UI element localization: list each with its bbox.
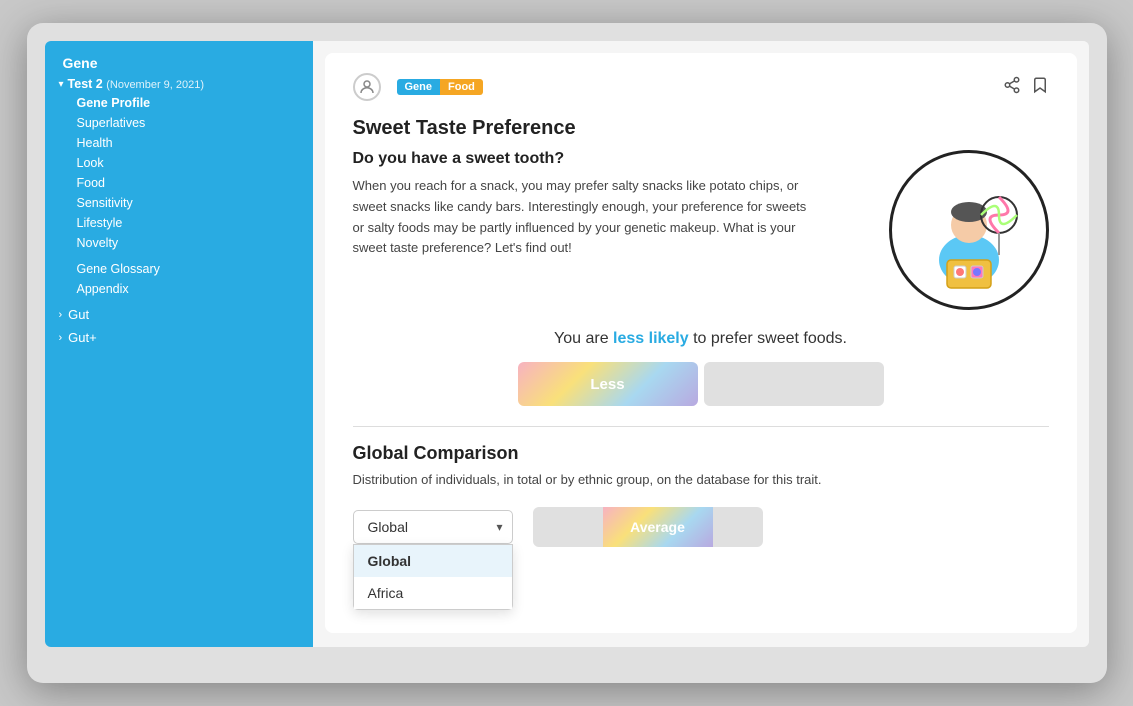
tag-gene: Gene <box>397 79 441 95</box>
gut-chevron-icon: › <box>59 309 63 321</box>
dropdown-open-list: Global Africa <box>353 544 513 610</box>
bookmark-icon[interactable] <box>1031 76 1049 99</box>
sidebar-item-gene-glossary[interactable]: Gene Glossary <box>77 259 313 279</box>
result-text: You are less likely to prefer sweet food… <box>353 330 1049 348</box>
dropdown-item-africa[interactable]: Africa <box>354 577 512 609</box>
sidebar-item-gut[interactable]: › Gut <box>45 303 313 326</box>
sidebar-test-row: ▾ Test 2 (November 9, 2021) <box>45 75 313 93</box>
global-controls: Global Africa Europe Asia Americas ▾ Glo… <box>353 507 1049 547</box>
breadcrumb-tags: Gene Food <box>397 79 483 95</box>
sidebar-item-sensitivity[interactable]: Sensitivity <box>77 193 313 213</box>
card-topbar: Gene Food <box>353 73 1049 101</box>
sidebar-bottom-items: Gene Glossary Appendix <box>45 259 313 299</box>
dropdown-item-global[interactable]: Global <box>354 545 512 577</box>
sidebar-gut-label: Gut <box>68 307 89 322</box>
section-divider <box>353 426 1049 427</box>
sidebar-item-superlatives[interactable]: Superlatives <box>77 113 313 133</box>
global-comparison-desc: Distribution of individuals, in total or… <box>353 472 1049 487</box>
sidebar-item-food[interactable]: Food <box>77 173 313 193</box>
sidebar-item-health[interactable]: Health <box>77 133 313 153</box>
section-subtitle: Do you have a sweet tooth? <box>353 150 869 168</box>
global-comparison-title: Global Comparison <box>353 443 1049 464</box>
page-title: Sweet Taste Preference <box>353 117 1049 140</box>
user-avatar-icon <box>353 73 381 101</box>
sidebar-submenu: Gene Profile Superlatives Health Look Fo… <box>45 93 313 253</box>
avg-bar-left <box>533 507 603 547</box>
avg-bar-mid: Average <box>603 507 713 547</box>
share-icon[interactable] <box>1003 76 1021 99</box>
avg-bar-container: Average <box>533 507 763 547</box>
card-actions <box>1003 76 1049 99</box>
bar-active-label: Less <box>518 362 698 406</box>
sidebar-gut-plus-label: Gut+ <box>68 330 97 345</box>
bar-active-segment: Less <box>518 362 698 406</box>
content-card: ❮ ❯ Gene <box>325 53 1077 633</box>
bar-inactive-segment <box>704 362 884 406</box>
sidebar-gene-label: Gene <box>45 51 313 75</box>
sidebar-item-lifestyle[interactable]: Lifestyle <box>77 213 313 233</box>
avg-bar-right <box>713 507 763 547</box>
illustration-image <box>889 150 1049 310</box>
sidebar-item-novelty[interactable]: Novelty <box>77 233 313 253</box>
sidebar-test-name: Test 2 (November 9, 2021) <box>68 77 205 91</box>
tag-food: Food <box>440 79 483 95</box>
result-highlight: less likely <box>613 330 689 347</box>
section-body-text: When you reach for a snack, you may pref… <box>353 176 813 259</box>
text-area: Do you have a sweet tooth? When you reac… <box>353 150 869 259</box>
laptop-frame: Gene ▾ Test 2 (November 9, 2021) Gene Pr… <box>27 23 1107 683</box>
likelihood-bar: Less <box>353 362 1049 406</box>
sidebar-item-gut-plus[interactable]: › Gut+ <box>45 326 313 349</box>
region-dropdown[interactable]: Global Africa Europe Asia Americas <box>353 510 513 544</box>
sidebar: Gene ▾ Test 2 (November 9, 2021) Gene Pr… <box>45 41 313 647</box>
avg-bar-label: Average <box>630 519 685 535</box>
main-content: ❮ ❯ Gene <box>313 41 1089 647</box>
top-section: Do you have a sweet tooth? When you reac… <box>353 150 1049 310</box>
test-chevron-icon: ▾ <box>59 79 64 90</box>
gut-plus-chevron-icon: › <box>59 332 63 344</box>
region-dropdown-wrapper: Global Africa Europe Asia Americas ▾ Glo… <box>353 510 513 544</box>
laptop-screen: Gene ▾ Test 2 (November 9, 2021) Gene Pr… <box>45 41 1089 647</box>
sidebar-item-appendix[interactable]: Appendix <box>77 279 313 299</box>
sidebar-item-gene-profile[interactable]: Gene Profile <box>77 93 313 113</box>
sidebar-item-look[interactable]: Look <box>77 153 313 173</box>
